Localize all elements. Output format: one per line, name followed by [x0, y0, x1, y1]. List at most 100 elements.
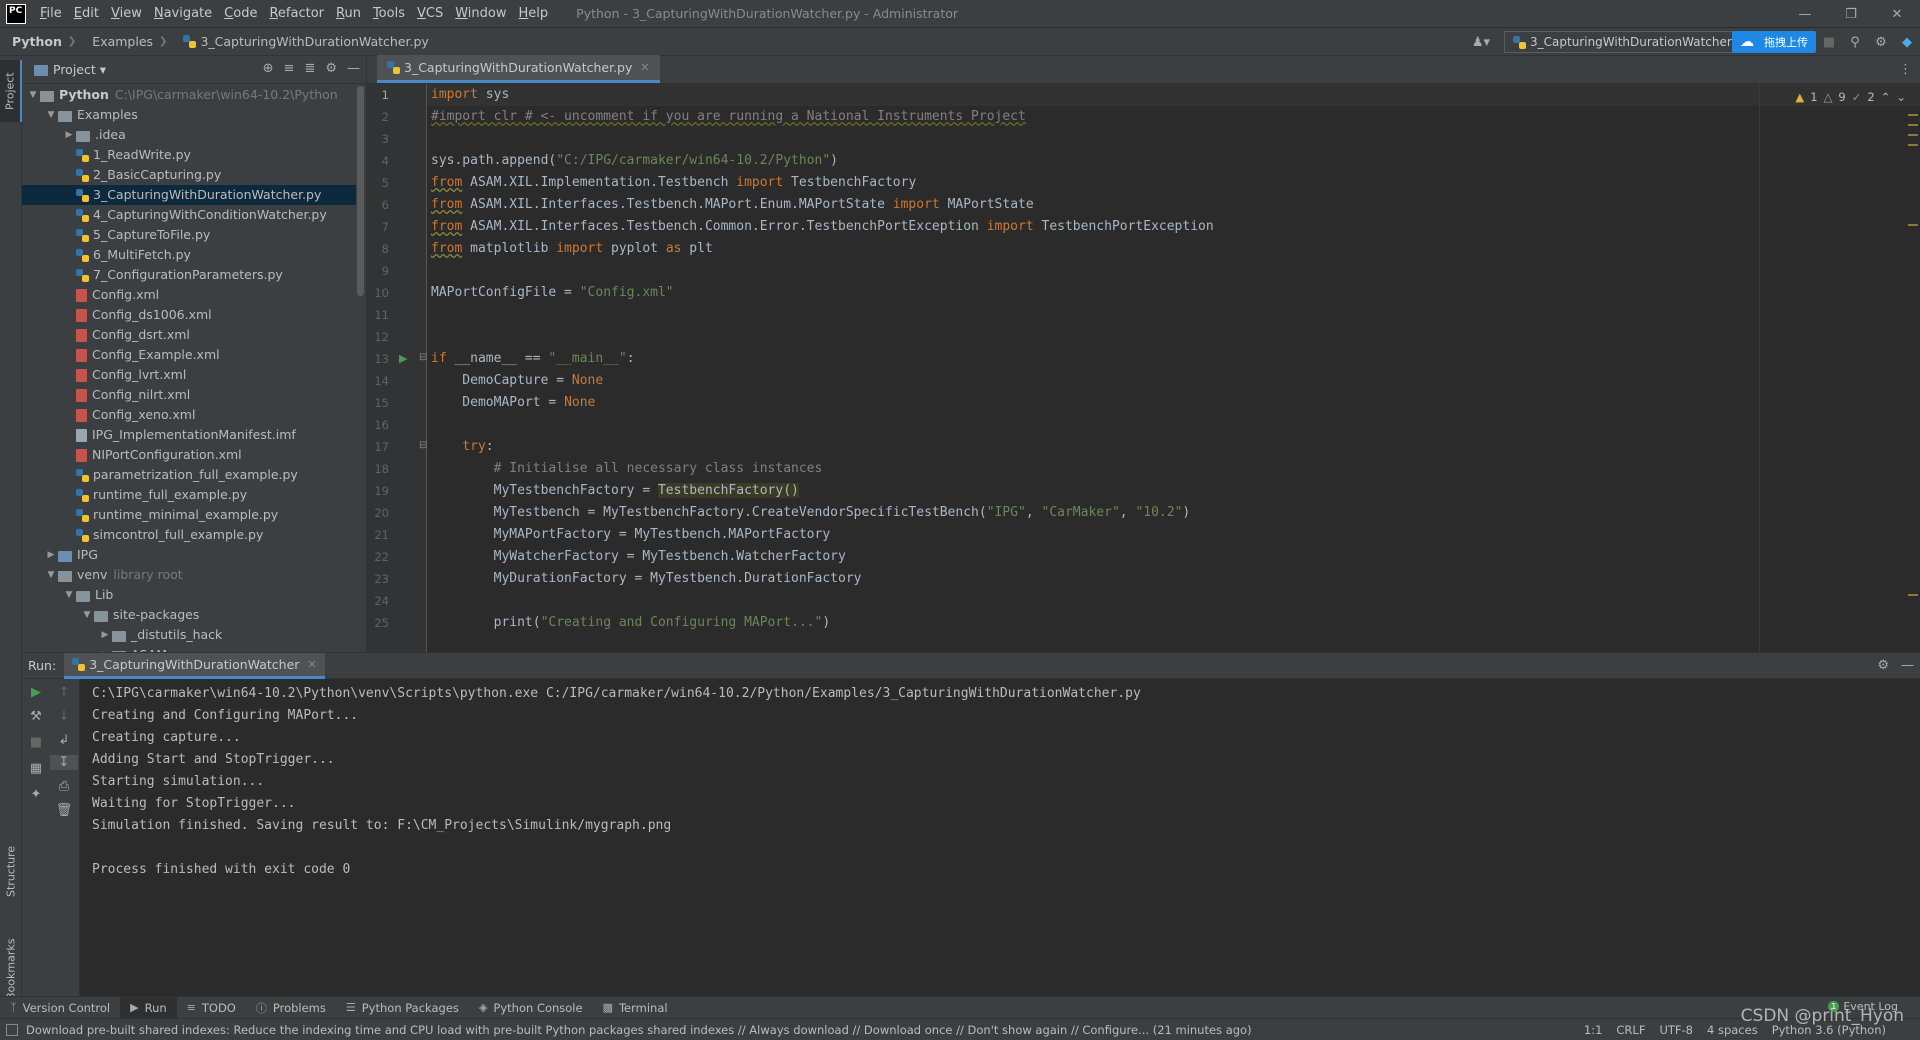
tree-item[interactable]: ▼ venv library root: [22, 565, 356, 585]
arrow-down-icon[interactable]: ↓: [50, 709, 78, 724]
chevron-down-icon[interactable]: ▼: [26, 85, 40, 105]
chevron-down-icon[interactable]: ▼: [62, 585, 76, 605]
tree-item[interactable]: ▶Config.xml: [22, 285, 356, 305]
chevron-right-icon[interactable]: ▶: [44, 545, 58, 565]
tree-item[interactable]: ▶simcontrol_full_example.py: [22, 525, 356, 545]
more-icon[interactable]: ⋮: [1899, 62, 1912, 77]
upload-button[interactable]: ☁ 拖拽上传: [1732, 31, 1816, 53]
tool-window-structure[interactable]: Structure: [0, 826, 22, 916]
project-view-select[interactable]: Project ▾: [53, 62, 106, 77]
run-gutter-icon[interactable]: ▶: [399, 352, 407, 365]
chevron-down-icon[interactable]: ▼: [44, 565, 58, 585]
run-configuration-select[interactable]: 3_CapturingWithDurationWatcher: [1504, 31, 1734, 53]
fold-marker-icon[interactable]: ⊟: [419, 440, 427, 451]
file-encoding[interactable]: UTF-8: [1659, 1023, 1693, 1037]
tree-item[interactable]: ▶IPG_ImplementationManifest.imf: [22, 425, 356, 445]
tree-item[interactable]: ▶Config_xeno.xml: [22, 405, 356, 425]
tree-item[interactable]: ▶runtime_minimal_example.py: [22, 505, 356, 525]
minimize-icon[interactable]: —: [1782, 0, 1828, 28]
breadcrumb-examples[interactable]: Examples ❯: [80, 34, 171, 49]
tree-item[interactable]: ▼ Examples: [22, 105, 356, 125]
tree-item[interactable]: ▶6_MultiFetch.py: [22, 245, 356, 265]
tree-item[interactable]: ▼ site-packages: [22, 605, 356, 625]
restore-icon[interactable]: ❐: [1828, 0, 1874, 28]
tree-item[interactable]: ▶Config_Example.xml: [22, 345, 356, 365]
search-icon[interactable]: ⚲: [1842, 35, 1868, 50]
chevron-down-icon[interactable]: ▼: [44, 105, 58, 125]
arrow-up-icon[interactable]: ↑: [50, 685, 78, 700]
tab-todo[interactable]: ≡ TODO: [177, 997, 246, 1019]
wrench-icon[interactable]: ⚒: [22, 709, 50, 724]
hide-icon[interactable]: —: [347, 61, 360, 76]
menu-vcs[interactable]: VCS: [411, 0, 449, 28]
status-message[interactable]: Download pre-built shared indexes: Reduc…: [0, 1023, 1252, 1037]
rerun-icon[interactable]: ▶: [22, 685, 50, 700]
chevron-down-icon[interactable]: ⌄: [1896, 90, 1906, 104]
trash-icon[interactable]: 🗑: [50, 803, 78, 818]
tab-run[interactable]: ▶ Run: [120, 996, 177, 1019]
tree-item[interactable]: ▶parametrization_full_example.py: [22, 465, 356, 485]
editor-scrollbar[interactable]: [1906, 84, 1920, 652]
chevron-right-icon[interactable]: ▶: [98, 625, 112, 645]
menu-edit[interactable]: Edit: [68, 0, 105, 28]
menu-navigate[interactable]: Navigate: [148, 0, 218, 28]
tab-terminal[interactable]: ▩ Terminal: [593, 997, 678, 1019]
close-icon[interactable]: ✕: [1874, 0, 1920, 28]
chevron-right-icon[interactable]: ▶: [62, 125, 76, 145]
tree-item[interactable]: ▼ Lib: [22, 585, 356, 605]
menu-window[interactable]: Window: [449, 0, 512, 28]
close-tab-icon[interactable]: ✕: [640, 61, 649, 74]
menu-file[interactable]: File: [34, 0, 68, 28]
breadcrumb-project[interactable]: Python ❯: [0, 34, 80, 49]
gear-icon[interactable]: ⚙: [1877, 658, 1889, 673]
tree-item[interactable]: ▶3_CapturingWithDurationWatcher.py: [22, 185, 356, 205]
tool-window-project[interactable]: Project: [0, 60, 22, 122]
editor-tab-active[interactable]: 3_CapturingWithDurationWatcher.py ✕: [377, 55, 660, 83]
soft-wrap-icon[interactable]: ↲: [50, 733, 78, 748]
menu-tools[interactable]: Tools: [367, 0, 411, 28]
stop-icon[interactable]: ■: [22, 735, 50, 750]
tab-version-control[interactable]: ᛉ Version Control: [0, 997, 120, 1019]
tree-item[interactable]: ▶Config_dsrt.xml: [22, 325, 356, 345]
tree-item[interactable]: ▶ .idea: [22, 125, 356, 145]
settings-icon[interactable]: ⚙: [1868, 35, 1894, 50]
tree-item[interactable]: ▶Config_lvrt.xml: [22, 365, 356, 385]
tree-item[interactable]: ▶ IPG: [22, 545, 356, 565]
expand-all-icon[interactable]: ≡: [284, 61, 295, 76]
tree-item[interactable]: ▶4_CapturingWithConditionWatcher.py: [22, 205, 356, 225]
menu-run[interactable]: Run: [330, 0, 367, 28]
tree-item[interactable]: ▶2_BasicCapturing.py: [22, 165, 356, 185]
pin-icon[interactable]: ✦: [22, 787, 50, 802]
collapse-all-icon[interactable]: ≣: [304, 61, 315, 76]
menu-code[interactable]: Code: [218, 0, 263, 28]
chevron-down-icon[interactable]: ▼: [80, 605, 94, 625]
tree-item[interactable]: ▶runtime_full_example.py: [22, 485, 356, 505]
scroll-to-end-icon[interactable]: ↧: [50, 755, 78, 770]
jetbrains-icon[interactable]: ◆: [1894, 35, 1920, 50]
caret-position[interactable]: 1:1: [1584, 1023, 1603, 1037]
tree-item[interactable]: ▶7_ConfigurationParameters.py: [22, 265, 356, 285]
breadcrumb-file[interactable]: 3_CapturingWithDurationWatcher.py: [171, 34, 432, 49]
close-tab-icon[interactable]: ✕: [307, 658, 316, 671]
stop-icon[interactable]: ■: [1816, 35, 1842, 50]
console-output[interactable]: C:\IPG\carmaker\win64-10.2\Python\venv\S…: [92, 683, 1910, 996]
tree-scrollbar[interactable]: [357, 86, 364, 296]
run-tab[interactable]: 3_CapturingWithDurationWatcher ✕: [64, 652, 325, 679]
locate-icon[interactable]: ⊕: [263, 61, 274, 76]
tab-python-console[interactable]: ◈ Python Console: [469, 997, 593, 1019]
tree-item[interactable]: ▶NIPortConfiguration.xml: [22, 445, 356, 465]
status-toggle-icon[interactable]: [6, 1023, 18, 1036]
print-icon[interactable]: ⎙: [50, 779, 78, 794]
chevron-right-icon[interactable]: ▶: [98, 645, 112, 652]
user-icon[interactable]: ♟▾: [1472, 35, 1490, 50]
menu-view[interactable]: View: [105, 0, 148, 28]
inspection-widget[interactable]: ▲ 1 △ 9 ✓ 2 ⌃ ⌄: [1795, 90, 1906, 104]
tree-item[interactable]: ▶ _distutils_hack: [22, 625, 356, 645]
tree-item[interactable]: ▶1_ReadWrite.py: [22, 145, 356, 165]
layout-icon[interactable]: ▦: [22, 761, 50, 776]
tree-item[interactable]: ▼ Python C:\IPG\carmaker\win64-10.2\Python: [22, 85, 356, 105]
line-separator[interactable]: CRLF: [1616, 1023, 1645, 1037]
hide-icon[interactable]: —: [1901, 658, 1914, 673]
tree-item[interactable]: ▶ ASAM: [22, 645, 356, 652]
tab-python-packages[interactable]: ☰ Python Packages: [336, 997, 469, 1019]
